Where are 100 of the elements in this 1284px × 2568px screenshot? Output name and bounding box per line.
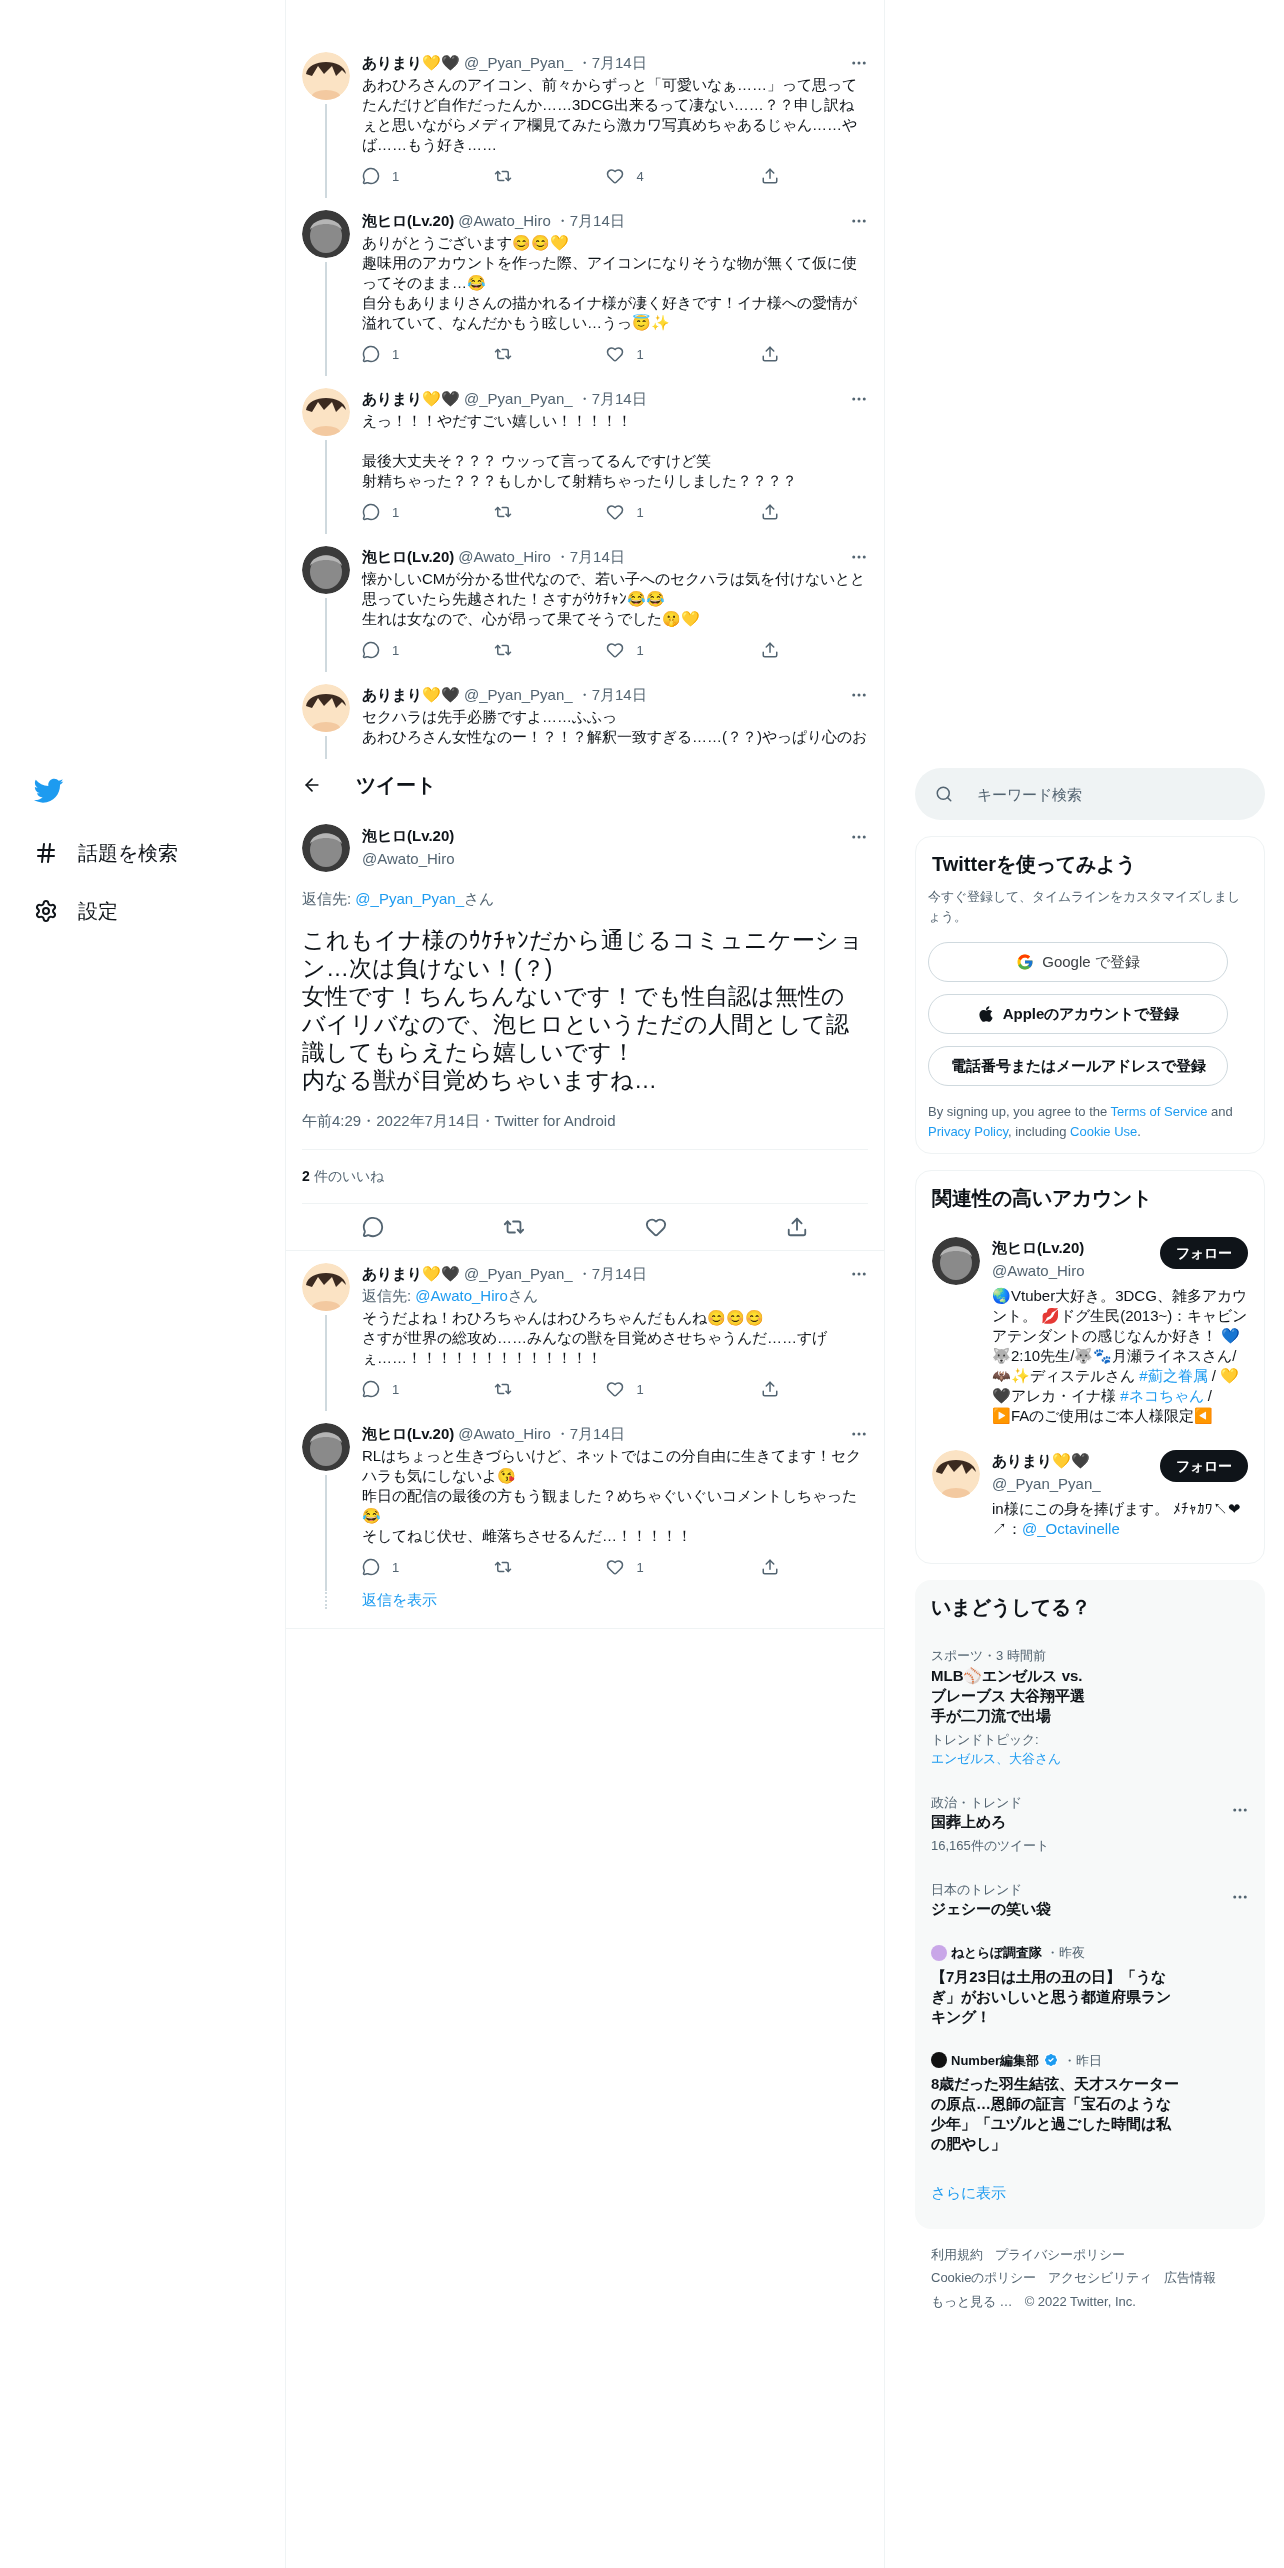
like-count: 1 (636, 503, 644, 522)
share-icon[interactable] (786, 1215, 809, 1238)
avatar[interactable] (302, 823, 350, 872)
user-handle: @Awato_Hiro (458, 1424, 551, 1444)
reply-icon[interactable] (362, 345, 380, 364)
tweet-date: ・7月14日 (554, 211, 625, 231)
avatar[interactable] (302, 684, 350, 732)
source-avatar (931, 1944, 947, 1961)
user-name[interactable]: 泡ヒロ(Lv.20) (362, 825, 838, 848)
user-name[interactable]: ありまり💛🖤 (362, 388, 460, 411)
tweet-date: ・7月14日 (576, 685, 647, 705)
nav-item[interactable]: 話題を検索 (78, 838, 178, 868)
follow-button[interactable]: フォロー (1160, 1237, 1248, 1269)
news-source[interactable]: ねとらぼ調査隊 (951, 1943, 1042, 1963)
footer-link[interactable]: アクセシビリティ (1048, 2268, 1153, 2288)
news-title[interactable]: 【7月23日は土用の丑の日】「うなぎ」がおいしいと思う都道府県ランキング！ (931, 1966, 1181, 2027)
card-title: 関連性の高いアカウント (931, 1186, 1153, 1211)
user-name[interactable]: ありまり💛🖤 (362, 1262, 460, 1285)
footer-link[interactable]: © 2022 Twitter, Inc. (1024, 2291, 1136, 2311)
news-source[interactable]: Number編集部 (951, 2050, 1040, 2070)
user-name[interactable]: ありまり💛🖤 (992, 1450, 1160, 1473)
user-name[interactable]: 泡ヒロ(Lv.20) (362, 1423, 455, 1446)
user-name[interactable]: ありまり💛🖤 (362, 52, 460, 75)
search-field[interactable]: キーワード検索 (915, 768, 1265, 820)
news-title[interactable]: 8歳だった羽生結弦、天才スケーターの原点…恩師の証言「宝石のような少年」「ユヅルと過ごした時間は私の肥やし」 (931, 2074, 1181, 2154)
avatar[interactable] (302, 388, 350, 436)
avatar[interactable] (302, 546, 350, 594)
trend-title[interactable]: ジェシーの笑い袋 (931, 1899, 1081, 1919)
share-icon[interactable] (760, 344, 779, 363)
reply-icon[interactable] (361, 1215, 384, 1238)
follow-button[interactable]: フォロー (1160, 1450, 1248, 1482)
footer-link[interactable]: Cookieのポリシー (931, 2268, 1037, 2288)
tweet-text: えっ！！！やだすごい嬉しい！！！！！ (362, 410, 633, 431)
tweet-text: 昨日の配信の最後の方もう観ました？めちゃぐいぐいコメントしちゃった😂 (362, 1485, 858, 1526)
nav-item[interactable]: 設定 (78, 896, 118, 926)
tweet-text: 懐かしいCMが分かる世代なので、若い子へのセクハラは気を付けないとと思っていたら先越された！さすがｳｹﾁｬﾝ😂😂 (362, 568, 867, 609)
share-icon[interactable] (760, 166, 779, 185)
user-name[interactable]: 泡ヒロ(Lv.20) (362, 546, 455, 569)
share-icon[interactable] (760, 1557, 779, 1576)
avatar[interactable] (302, 1262, 350, 1311)
footer-link[interactable]: 利用規約 (931, 2244, 983, 2264)
like-icon[interactable] (606, 503, 625, 522)
user-name[interactable]: 泡ヒロ(Lv.20) (992, 1237, 1160, 1260)
reply-icon[interactable] (362, 1380, 380, 1399)
legal-text: By signing up, you agree to the Terms of Service and Privacy Policy, including Cookie Use. (928, 1104, 1233, 1139)
source-avatar (931, 2052, 947, 2069)
user-name[interactable]: 泡ヒロ(Lv.20) (362, 210, 455, 233)
apple-icon (976, 1005, 995, 1023)
like-count: 1 (636, 345, 644, 364)
avatar[interactable] (932, 1237, 980, 1285)
footer-link[interactable]: プライバシーポリシー (995, 2244, 1125, 2264)
like-total[interactable]: 2 (302, 1165, 310, 1187)
tweet-date: ・7月14日 (576, 389, 647, 409)
tweet-text: 内なる獣が目覚めちゃいますね… (302, 1066, 658, 1094)
user-handle: @Awato_Hiro (362, 848, 456, 869)
reply-icon[interactable] (362, 641, 380, 660)
like-icon[interactable] (606, 1380, 625, 1399)
avatar[interactable] (302, 210, 350, 258)
avatar[interactable] (302, 1423, 350, 1471)
like-icon[interactable] (606, 1558, 625, 1577)
avatar[interactable] (932, 1450, 980, 1498)
user-handle: @_Pyan_Pyan_ (992, 1473, 1102, 1494)
tweet-date: ・7月14日 (576, 1263, 647, 1284)
bird-logo[interactable] (34, 778, 64, 804)
share-icon[interactable] (760, 1379, 779, 1398)
tweet-text: 射精ちゃった？？？もしかして射精ちゃったりしました？？？？ (362, 470, 798, 491)
trend-title[interactable]: 国葬上めろ (931, 1812, 1081, 1832)
likes-label: 件のいいね (313, 1166, 384, 1186)
user-handle: @Awato_Hiro (458, 547, 551, 567)
user-handle: @Awato_Hiro (458, 211, 551, 231)
search-icon (935, 785, 953, 803)
card-title: Twitterを使ってみよう (931, 852, 1138, 877)
user-bio: in様にこの身を捧げます。 ﾒﾁｬｶﾜ↖❤↗：@_Octavinelle (992, 1500, 1241, 1537)
settings-icon[interactable] (34, 899, 58, 923)
share-icon[interactable] (760, 502, 779, 521)
like-count: 1 (636, 1558, 644, 1577)
reply-icon[interactable] (362, 503, 380, 522)
reply-to-label: 返信先: @_Pyan_Pyan_さん (302, 889, 494, 907)
like-icon[interactable] (606, 641, 625, 660)
like-count: 1 (636, 1380, 644, 1399)
user-handle: @_Pyan_Pyan_ (464, 1263, 573, 1284)
trend-title[interactable]: MLB⚾エンゼルス vs. ブレーブス 大谷翔平選手が二刀流で出場 (931, 1665, 1090, 1726)
avatar[interactable] (302, 52, 350, 100)
reply-icon[interactable] (362, 1558, 380, 1577)
footer-link[interactable]: もっと見る … (931, 2291, 1013, 2311)
user-name[interactable]: ありまり💛🖤 (362, 684, 460, 707)
share-icon[interactable] (760, 640, 779, 659)
reply-count: 1 (392, 1558, 400, 1577)
reply-count: 1 (392, 345, 400, 364)
tweet-text: あわひろさん女性なのー！？！？解釈一致すぎる……(？？)やっぱり心のお (362, 726, 868, 747)
like-icon[interactable] (606, 167, 625, 186)
user-handle: @Awato_Hiro (992, 1260, 1086, 1281)
card-subtitle: 今すぐ登録して、タイムラインをカスタマイズしましょう。 (928, 888, 1241, 926)
user-handle: @_Pyan_Pyan_ (464, 685, 573, 705)
like-count: 1 (636, 641, 644, 660)
hashtag-icon[interactable] (34, 841, 58, 865)
reply-icon[interactable] (362, 167, 380, 186)
footer-link[interactable]: 広告情報 (1164, 2268, 1217, 2288)
like-icon[interactable] (606, 345, 625, 364)
tweet-text: ありがとうございます😊😊💛 (362, 232, 570, 253)
